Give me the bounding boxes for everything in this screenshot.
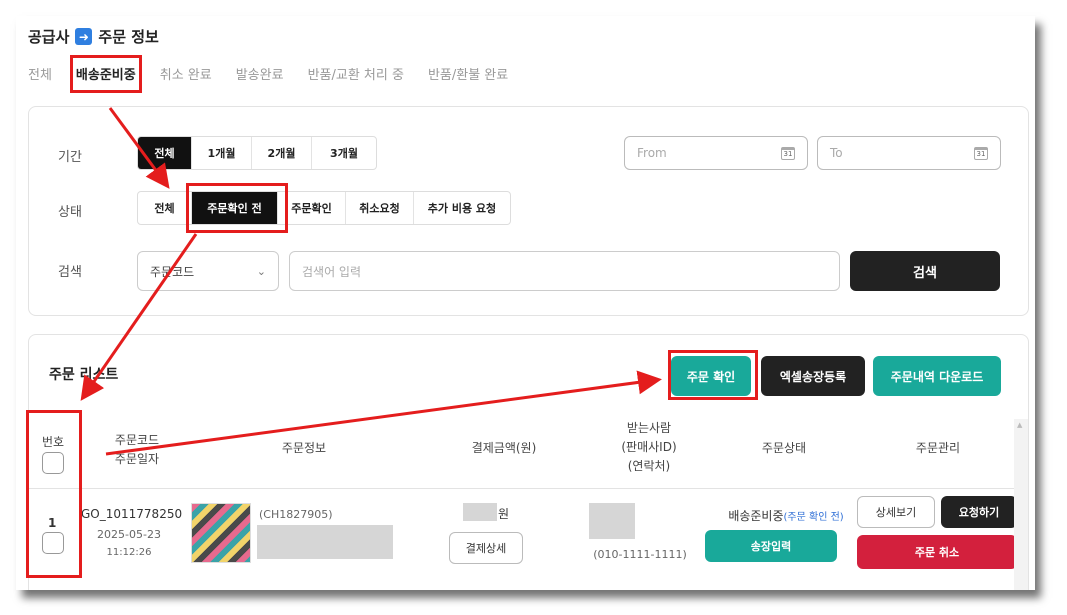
- period-option-2m[interactable]: 2개월: [252, 137, 312, 169]
- screenshot-frame: 공급사 ➜ 주문 정보 전체 배송준비중 취소 완료 발송완료 반품/교환 처리…: [16, 16, 1035, 590]
- row-status-main: 배송준비중: [728, 509, 784, 523]
- status-option-cancel-request[interactable]: 취소요청: [346, 192, 414, 224]
- order-list-title: 주문 리스트: [49, 367, 119, 383]
- status-option-confirmed[interactable]: 주문확인: [278, 192, 346, 224]
- header-divider: [29, 488, 1014, 489]
- row-receiver-phone: (010-1111-1111): [593, 548, 687, 561]
- tab-return-processing[interactable]: 반품/교환 처리 중: [308, 64, 404, 83]
- breadcrumb: 공급사 ➜ 주문 정보: [28, 26, 159, 47]
- row-status-sub: (주문 확인 전): [783, 512, 844, 523]
- scroll-up-icon[interactable]: ▲: [1017, 421, 1022, 429]
- status-label: 상태: [58, 205, 82, 220]
- header-receiver-line3: (연락처): [627, 459, 671, 473]
- search-label: 검색: [58, 265, 82, 280]
- download-orders-button[interactable]: 주문내역 다운로드: [873, 356, 1001, 396]
- arrow-right-icon: ➜: [75, 28, 93, 45]
- confirm-order-button[interactable]: 주문 확인: [671, 356, 751, 396]
- excel-invoice-button[interactable]: 엑셀송장등록: [761, 356, 865, 396]
- date-to-field[interactable]: To 31: [817, 136, 1001, 170]
- header-no: 번호: [41, 435, 65, 449]
- header-manage: 주문관리: [915, 441, 961, 455]
- row-order-time: 11:12:26: [106, 547, 152, 558]
- search-placeholder: 검색어 입력: [302, 264, 362, 279]
- calendar-icon: 31: [781, 146, 795, 160]
- redacted-amount: [463, 503, 497, 521]
- period-label: 기간: [58, 150, 82, 165]
- header-order-info: 주문정보: [281, 441, 327, 455]
- status-option-all[interactable]: 전체: [138, 192, 192, 224]
- period-option-1m[interactable]: 1개월: [192, 137, 252, 169]
- header-order-code-line1: 주문코드: [114, 433, 160, 447]
- chevron-down-icon: ⌄: [256, 264, 266, 278]
- search-type-value: 주문코드: [150, 264, 195, 279]
- status-option-before-confirm[interactable]: 주문확인 전: [192, 192, 278, 224]
- page-title: 주문 정보: [98, 28, 159, 46]
- tab-cancel-done[interactable]: 취소 완료: [160, 64, 212, 83]
- period-option-3m[interactable]: 3개월: [312, 137, 376, 169]
- period-option-all[interactable]: 전체: [138, 137, 192, 169]
- status-option-extra-cost[interactable]: 추가 비용 요청: [414, 192, 510, 224]
- tab-all[interactable]: 전체: [28, 64, 52, 83]
- invoice-input-button[interactable]: 송장입력: [705, 530, 837, 562]
- date-from-placeholder: From: [637, 146, 667, 160]
- row-order-code: GO_1011778250: [81, 507, 183, 521]
- row-checkbox[interactable]: [42, 532, 64, 554]
- header-amount: 결제금액(원): [471, 441, 537, 455]
- period-segment: 전체 1개월 2개월 3개월: [137, 136, 377, 170]
- search-button[interactable]: 검색: [850, 251, 1000, 291]
- row-order-date: 2025-05-23: [97, 528, 161, 541]
- redacted-receiver: [589, 503, 635, 539]
- calendar-icon: 31: [974, 146, 988, 160]
- date-from-field[interactable]: From 31: [624, 136, 808, 170]
- row-number: 1: [48, 516, 57, 530]
- search-type-select[interactable]: 주문코드 ⌄: [137, 251, 279, 291]
- request-button[interactable]: 요청하기: [941, 496, 1017, 528]
- status-segment: 전체 주문확인 전 주문확인 취소요청 추가 비용 요청: [137, 191, 511, 225]
- header-receiver-line1: 받는사람: [626, 421, 672, 435]
- tab-preparing[interactable]: 배송준비중: [76, 64, 136, 83]
- row-amount-unit: 원: [498, 507, 510, 521]
- table-scrollbar[interactable]: ▲ ▼: [1014, 419, 1028, 590]
- redacted-product-name: [257, 525, 393, 559]
- header-receiver: 받는사람 (판매사ID) (연락처): [589, 419, 709, 476]
- cancel-order-button[interactable]: 주문 취소: [857, 535, 1017, 569]
- select-all-checkbox[interactable]: [42, 452, 64, 474]
- tab-shipped[interactable]: 발송완료: [236, 64, 284, 83]
- header-order-code: 주문코드 주문일자: [89, 431, 185, 469]
- search-input[interactable]: 검색어 입력: [289, 251, 840, 291]
- status-tabs: 전체 배송준비중 취소 완료 발송완료 반품/교환 처리 중 반품/환불 완료: [28, 64, 508, 83]
- header-receiver-line2: (판매사ID): [621, 440, 677, 454]
- payment-detail-button[interactable]: 결제상세: [449, 532, 523, 564]
- row-product-code: (CH1827905): [259, 508, 333, 521]
- row-status: 배송준비중(주문 확인 전): [713, 507, 859, 524]
- tab-return-done[interactable]: 반품/환불 완료: [428, 64, 508, 83]
- breadcrumb-root: 공급사: [28, 28, 70, 46]
- date-to-placeholder: To: [830, 146, 843, 160]
- detail-view-button[interactable]: 상세보기: [857, 496, 935, 528]
- order-list-panel: 주문 리스트 주문 확인 엑셀송장등록 주문내역 다운로드 번호 주문코드 주문…: [28, 334, 1029, 590]
- product-thumbnail: [191, 503, 251, 563]
- header-order-date-line2: 주문일자: [114, 452, 160, 466]
- header-status: 주문상태: [761, 441, 807, 455]
- filter-panel: 기간 전체 1개월 2개월 3개월 From 31 To 31 상태 전체 주문…: [28, 106, 1029, 316]
